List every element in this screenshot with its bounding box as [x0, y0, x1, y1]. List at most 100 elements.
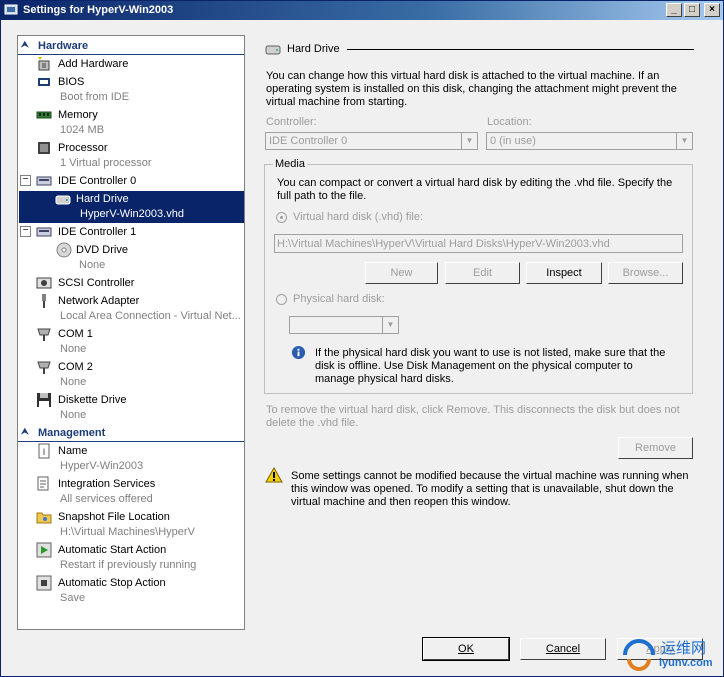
- add-hardware-icon: [38, 57, 50, 71]
- ide-controller-icon: [36, 176, 52, 186]
- tree-item-sub: Boot from IDE: [60, 91, 130, 103]
- tree-item-dvd-drive[interactable]: DVD Drive: [18, 242, 244, 258]
- com-port-icon: [37, 328, 51, 341]
- settings-tree: ⮝ Hardware Add Hardware BIOS Boot from I…: [17, 35, 245, 630]
- tree-item-label: Network Adapter: [58, 295, 140, 307]
- diskette-icon: [37, 393, 51, 407]
- collapse-minus-icon[interactable]: −: [20, 175, 31, 186]
- controller-value: IDE Controller 0: [269, 135, 348, 147]
- info-text: If the physical hard disk you want to us…: [315, 347, 666, 385]
- minimize-button[interactable]: _: [666, 3, 682, 17]
- intro-text: You can change how this virtual hard dis…: [266, 70, 677, 108]
- tree-item-label: IDE Controller 1: [58, 226, 137, 238]
- new-button[interactable]: New: [365, 262, 438, 284]
- management-header-label: Management: [38, 427, 106, 439]
- tree-item-processor[interactable]: Processor: [18, 140, 244, 156]
- watermark-url: iyunv.com: [659, 657, 713, 669]
- close-button[interactable]: ×: [704, 3, 720, 17]
- title-bar[interactable]: Settings for HyperV-Win2003 _ □ ×: [1, 1, 723, 20]
- physical-disk-select[interactable]: ▼: [289, 316, 399, 334]
- tree-item-sub: HyperV-Win2003: [60, 460, 144, 472]
- tree-item-network-adapter[interactable]: Network Adapter: [18, 293, 244, 309]
- tree-item-automatic-stop-action[interactable]: Automatic Stop Action: [18, 575, 244, 591]
- tree-item-sub: 1 Virtual processor: [60, 157, 152, 169]
- cancel-button[interactable]: Cancel: [520, 638, 606, 660]
- warning-text: Some settings cannot be modified because…: [291, 470, 689, 508]
- edit-button[interactable]: Edit: [445, 262, 520, 284]
- tree-item-bios[interactable]: BIOS: [18, 74, 244, 90]
- snapshot-folder-icon: [36, 512, 52, 524]
- tree-item-sub: 1024 MB: [60, 124, 105, 136]
- tree-item-label: Add Hardware: [58, 58, 129, 70]
- tree-item-ide-controller-1[interactable]: − IDE Controller 1: [18, 224, 244, 240]
- tree-item-sub: None: [60, 376, 87, 388]
- tree-item-automatic-start-action[interactable]: Automatic Start Action: [18, 542, 244, 558]
- tree-item-snapshot-file-location[interactable]: Snapshot File Location: [18, 509, 244, 525]
- ide-controller-icon: [36, 227, 52, 237]
- tree-item-label: Name: [58, 445, 88, 457]
- tree-item-label: Integration Services: [58, 478, 156, 490]
- inspect-button[interactable]: Inspect: [526, 262, 602, 284]
- hardware-section-header[interactable]: ⮝ Hardware: [18, 38, 244, 55]
- tree-item-label: BIOS: [58, 76, 85, 88]
- svg-text:I: I: [43, 447, 46, 457]
- tree-item-hard-drive[interactable]: Hard Drive HyperV-Win2003.vhd: [19, 191, 244, 223]
- location-value: 0 (in use): [490, 135, 536, 147]
- tree-item-label: COM 1: [58, 328, 93, 340]
- watermark-logo-icon: [623, 639, 655, 671]
- browse-button[interactable]: Browse...: [608, 262, 683, 284]
- controller-label: Controller:: [266, 116, 317, 128]
- tree-item-integration-services[interactable]: Integration Services: [18, 476, 244, 492]
- tree-item-label: COM 2: [58, 361, 93, 373]
- settings-window-icon: [4, 4, 18, 15]
- tree-item-add-hardware[interactable]: Add Hardware: [18, 56, 244, 72]
- info-icon: [291, 345, 306, 360]
- controller-select[interactable]: IDE Controller 0 ▼: [265, 132, 478, 150]
- tree-item-com-2[interactable]: COM 2: [18, 359, 244, 375]
- tree-item-label: Processor: [58, 142, 108, 154]
- tree-item-memory[interactable]: Memory: [18, 107, 244, 123]
- media-description: You can compact or convert a virtual har…: [277, 177, 673, 202]
- tree-item-sub: HyperV-Win2003.vhd: [80, 208, 184, 220]
- maximize-button[interactable]: □: [684, 3, 700, 17]
- remove-button[interactable]: Remove: [618, 437, 693, 459]
- tree-item-sub: Local Area Connection - Virtual Net...: [60, 310, 241, 322]
- tree-item-com-1[interactable]: COM 1: [18, 326, 244, 342]
- chevron-down-icon: ▼: [676, 133, 692, 149]
- tree-item-name[interactable]: I Name: [18, 443, 244, 459]
- stop-action-icon: [36, 575, 52, 591]
- vhd-radio[interactable]: [276, 212, 287, 223]
- tree-item-label: Automatic Stop Action: [58, 577, 166, 589]
- warning-icon: [265, 467, 283, 483]
- start-action-icon: [36, 542, 52, 558]
- tree-item-sub: None: [60, 409, 87, 421]
- hard-drive-icon: [55, 195, 71, 205]
- tree-item-label: Automatic Start Action: [58, 544, 167, 556]
- remove-description: To remove the virtual hard disk, click R…: [266, 404, 680, 429]
- tree-item-scsi-controller[interactable]: SCSI Controller: [18, 275, 244, 291]
- media-group-label: Media: [273, 158, 307, 170]
- location-label: Location:: [487, 116, 532, 128]
- watermark: 运维网 iyunv.com: [621, 635, 721, 675]
- vhd-path-field[interactable]: H:\Virtual Machines\HyperV\Virtual Hard …: [274, 234, 683, 253]
- memory-icon: [36, 111, 52, 119]
- tree-item-sub: H:\Virtual Machines\HyperV: [60, 526, 195, 538]
- tree-item-label: Snapshot File Location: [58, 511, 170, 523]
- com-port-icon: [37, 361, 51, 374]
- location-select[interactable]: 0 (in use) ▼: [486, 132, 693, 150]
- ok-button[interactable]: OK: [422, 637, 510, 661]
- tree-item-sub: Restart if previously running: [60, 559, 197, 571]
- tree-item-diskette-drive[interactable]: Diskette Drive: [18, 392, 244, 408]
- tree-item-label: IDE Controller 0: [58, 175, 137, 187]
- tree-item-ide-controller-0[interactable]: − IDE Controller 0: [18, 173, 244, 189]
- tree-item-label: SCSI Controller: [58, 277, 135, 289]
- scsi-controller-icon: [36, 277, 52, 289]
- management-section-header[interactable]: ⮝ Management: [18, 425, 244, 442]
- processor-icon: [38, 142, 50, 154]
- collapse-chevron-icon[interactable]: ⮝: [21, 426, 29, 437]
- physical-disk-radio[interactable]: [276, 294, 287, 305]
- collapse-chevron-icon[interactable]: ⮝: [21, 39, 29, 50]
- collapse-minus-icon[interactable]: −: [20, 226, 31, 237]
- tree-item-sub: Save: [60, 592, 86, 604]
- hardware-header-label: Hardware: [38, 40, 89, 52]
